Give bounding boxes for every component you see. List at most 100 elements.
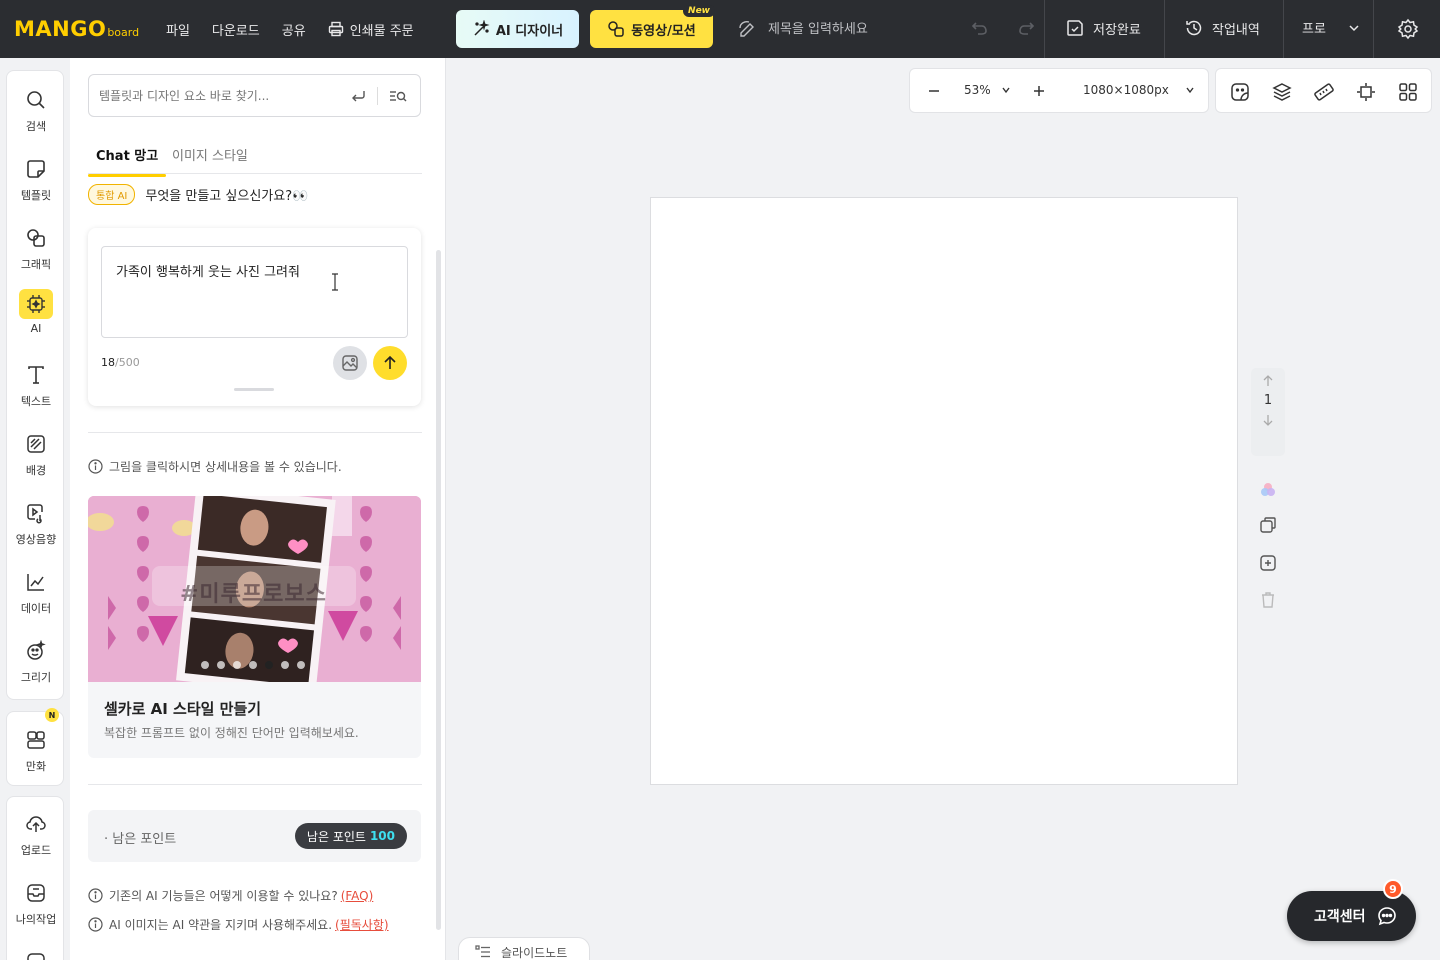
rail-item-background[interactable]: 배경 <box>7 429 65 478</box>
terms-link[interactable]: (필독사항) <box>335 916 389 933</box>
pencil-edit-icon <box>739 20 754 37</box>
enter-icon[interactable] <box>349 87 367 105</box>
carousel-dot-active[interactable] <box>265 661 273 669</box>
rail-item-graphic[interactable]: 그래픽 <box>7 223 65 272</box>
menu-file[interactable]: 파일 <box>166 20 190 39</box>
send-button[interactable] <box>373 346 407 380</box>
main-menu: 파일 다운로드 공유 인쇄물 주문 <box>166 0 436 58</box>
menu-download[interactable]: 다운로드 <box>212 20 260 39</box>
carousel-dot[interactable] <box>281 661 289 669</box>
terms-info: AI 이미지는 AI 약관을 지키며 사용해주세요. (필독사항) <box>88 916 389 933</box>
separator <box>1164 0 1165 58</box>
carousel-dot[interactable] <box>233 661 241 669</box>
rail-item-upload[interactable]: 업로드 <box>7 809 65 858</box>
template-search[interactable] <box>88 74 421 117</box>
add-page-icon[interactable] <box>1258 553 1278 573</box>
zoom-out-icon[interactable] <box>926 83 942 99</box>
history-clock-icon <box>1186 20 1202 36</box>
search-input[interactable] <box>99 88 339 103</box>
ai-designer-button[interactable]: AI 디자이너 <box>456 10 579 48</box>
tab-image-style[interactable]: 이미지 스타일 <box>172 145 248 164</box>
rail-item-text[interactable]: 텍스트 <box>7 360 65 409</box>
faq-link[interactable]: (FAQ) <box>341 889 374 903</box>
top-bar: MANGO board 파일 다운로드 공유 인쇄물 주문 AI 디자이너 동영… <box>0 0 1440 58</box>
duplicate-icon[interactable] <box>1258 515 1278 535</box>
rail-item-comic[interactable]: 만화 <box>7 725 65 774</box>
plan-dropdown[interactable]: 프로 <box>1302 18 1360 37</box>
rail-item-my-work[interactable]: 나의작업 <box>7 878 65 927</box>
slide-note-tab[interactable]: 슬라이드노트 <box>458 937 590 960</box>
char-counter: 18/500 <box>101 356 140 369</box>
design-canvas[interactable] <box>650 197 1238 785</box>
page-down-icon[interactable] <box>1262 414 1274 426</box>
grid-view-icon[interactable] <box>1397 81 1419 103</box>
rail-item-media[interactable]: 영상음향 <box>7 498 65 547</box>
rail-item-more[interactable] <box>7 947 65 960</box>
layers-icon[interactable] <box>1271 81 1293 103</box>
menu-print-order[interactable]: 인쇄물 주문 <box>328 20 414 39</box>
rail-item-draw[interactable]: 그리기 <box>7 636 65 685</box>
undo-icon[interactable] <box>970 18 990 38</box>
ai-question: 무엇을 만들고 싶으신가요?👀 <box>145 189 309 204</box>
prompt-textarea[interactable]: 가족이 행복하게 웃는 사진 그려줘 <box>101 246 408 338</box>
banner-overlay-text: #미루프로보스 <box>180 582 327 607</box>
page-number: 1 <box>1263 393 1273 408</box>
rail-item-search[interactable]: 검색 <box>7 85 65 134</box>
filter-search-icon[interactable] <box>388 87 408 105</box>
ai-chip-icon <box>19 289 53 319</box>
upload-icon <box>19 809 53 839</box>
new-badge: New <box>683 5 715 17</box>
divider <box>88 432 422 433</box>
chevron-down-icon <box>1186 87 1194 94</box>
undo-redo-group <box>970 18 1062 38</box>
sticker-icon[interactable] <box>1229 81 1251 103</box>
menu-share[interactable]: 공유 <box>282 20 306 39</box>
redo-icon[interactable] <box>1016 18 1036 38</box>
graphic-icon <box>19 223 53 253</box>
text-icon <box>19 360 53 390</box>
info-icon <box>88 459 103 474</box>
zoom-in-icon[interactable] <box>1031 83 1047 99</box>
trash-icon[interactable] <box>1258 590 1278 610</box>
focus-frame-icon[interactable] <box>1355 81 1377 103</box>
carousel-dot[interactable] <box>201 661 209 669</box>
panel-scrollbar[interactable] <box>436 250 441 930</box>
carousel-dot[interactable] <box>297 661 305 669</box>
save-status-button[interactable]: 저장완료 <box>1065 18 1141 38</box>
feature-card-selfie-style[interactable]: #미루프로보스 셀카로 AI 스타일 만들기 복잡한 프롬프트 없이 정해진 단… <box>88 496 421 758</box>
title-input[interactable]: 제목을 입력하세요 <box>738 18 868 37</box>
list-icon <box>475 945 490 958</box>
rail-comic-group: 만화 N <box>6 708 65 786</box>
points-value: 100 <box>369 829 395 843</box>
rail-item-ai[interactable]: AI <box>7 289 65 335</box>
rail-item-template[interactable]: 템플릿 <box>7 154 65 203</box>
zoom-select[interactable]: 53% <box>964 83 1011 97</box>
resize-handle[interactable] <box>234 388 274 391</box>
rail-item-data[interactable]: 데이터 <box>7 567 65 616</box>
arrow-up-icon <box>384 355 396 369</box>
history-button[interactable]: 작업내역 <box>1184 18 1260 38</box>
canvas-size-select[interactable]: 1080×1080px <box>1083 83 1195 97</box>
separator <box>1283 0 1284 58</box>
feature-title: 셀카로 AI 스타일 만들기 <box>104 700 262 718</box>
feature-banner-image[interactable]: #미루프로보스 <box>88 496 421 682</box>
attach-image-button[interactable] <box>333 346 367 380</box>
ruler-icon[interactable] <box>1313 81 1335 103</box>
save-icon <box>1067 20 1083 36</box>
video-motion-button[interactable]: 동영상/모션 New <box>590 5 715 48</box>
customer-center-button[interactable]: 고객센터 <box>1287 891 1416 941</box>
mango-logo[interactable]: MANGO board <box>14 17 139 41</box>
tab-chat-mango[interactable]: Chat 망고 <box>87 145 167 177</box>
new-n-badge: N <box>45 708 59 722</box>
integrated-ai-badge: 통합 AI <box>88 184 136 205</box>
carousel-dot[interactable] <box>249 661 257 669</box>
rail-main-group: 검색 템플릿 그래픽 AI 텍스트 배경 영상음향 데이터 그리기 <box>6 70 64 700</box>
page-up-icon[interactable] <box>1262 375 1274 387</box>
points-pill[interactable]: 남은 포인트 100 <box>294 823 407 849</box>
page-navigator: 1 <box>1251 368 1285 456</box>
color-palette-icon[interactable] <box>1258 480 1278 500</box>
canvas-toolbar <box>1215 68 1432 113</box>
ai-intro-row: 통합 AI 무엇을 만들고 싶으신가요?👀 <box>88 184 308 205</box>
settings-button[interactable] <box>1397 18 1427 40</box>
carousel-dot[interactable] <box>217 661 225 669</box>
